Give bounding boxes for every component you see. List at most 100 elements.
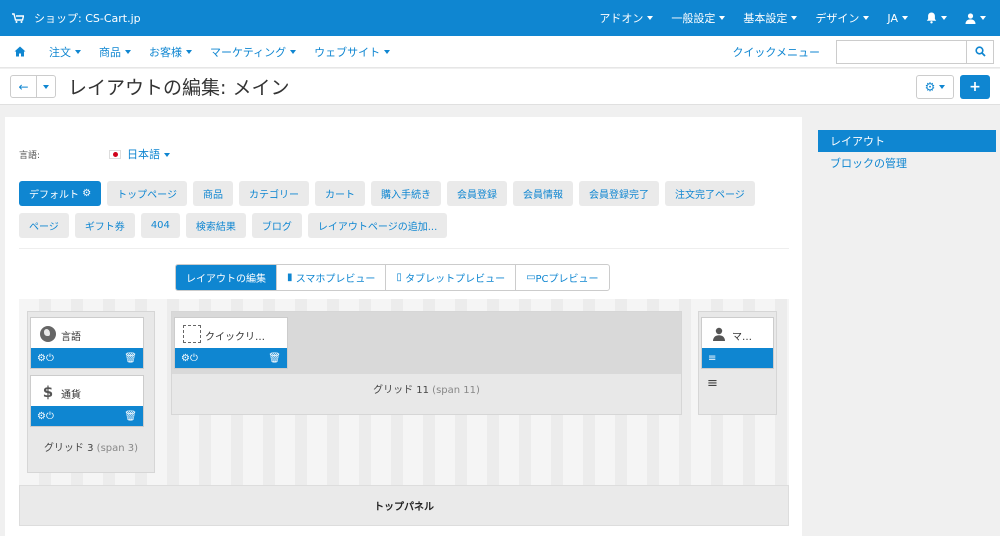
block-title: 言語 xyxy=(61,332,81,343)
language-dropdown[interactable]: 日本語 xyxy=(127,146,170,162)
placeholder-icon xyxy=(183,325,201,343)
arrow-left-icon: ← xyxy=(18,79,29,94)
user-menu[interactable] xyxy=(956,0,1000,36)
grid-11-container[interactable]: クイックリ… ⚙ ⏻ 🗑 グリッド 11 (span 11) xyxy=(171,311,682,415)
block-quick-links[interactable]: クイックリ… ⚙ ⏻ 🗑 xyxy=(174,317,288,369)
layout-editor-panel: 言語: 日本語 デフォルト ⚙ トップページ 商品 カテゴリー カート 購入手続… xyxy=(5,117,802,536)
gear-icon[interactable]: ⚙ xyxy=(181,353,190,364)
tab-search-results[interactable]: 検索結果 xyxy=(185,213,246,238)
tab-cart[interactable]: カート xyxy=(314,181,365,206)
block-currency[interactable]: $ 通貨 ⚙ ⏻ 🗑 xyxy=(30,375,144,427)
tab-pages[interactable]: ページ xyxy=(19,213,69,238)
layout-page-tabs: デフォルト ⚙ トップページ 商品 カテゴリー カート 購入手続き 会員登録 会… xyxy=(19,181,789,245)
block-toolbar: ⚙ ⏻ 🗑 xyxy=(31,406,143,426)
block-toolbar: ≡ xyxy=(702,348,773,368)
user-icon xyxy=(965,12,976,24)
tab-category[interactable]: カテゴリー xyxy=(238,181,309,206)
tab-profile[interactable]: 会員情報 xyxy=(512,181,573,206)
block-toolbar: ⚙ ⏻ 🗑 xyxy=(175,348,287,368)
grid-1-container[interactable]: マ… ≡ ≡ xyxy=(698,311,777,415)
nav-customers[interactable]: お客様 xyxy=(140,44,201,60)
settings-dropdown-button[interactable]: ⚙ xyxy=(916,74,954,99)
home-icon xyxy=(14,46,26,57)
power-icon[interactable]: ⏻ xyxy=(46,411,54,422)
menu-language[interactable]: JA xyxy=(878,0,917,36)
add-button[interactable]: + xyxy=(960,74,990,99)
nav-products[interactable]: 商品 xyxy=(90,44,140,60)
view-mode-toggle: レイアウトの編集 ▮ スマホプレビュー ▯ タブレットプレビュー ▭ PCプレビュ… xyxy=(175,264,610,291)
power-icon[interactable]: ⏻ xyxy=(190,353,198,364)
block-title: クイックリ… xyxy=(205,332,265,343)
grid-label: グリッド 11 (span 11) xyxy=(373,385,480,396)
menu-addons[interactable]: アドオン xyxy=(590,0,662,36)
block-language[interactable]: 言語 ⚙ ⏻ 🗑 xyxy=(30,317,144,369)
search-input[interactable] xyxy=(836,39,966,64)
tab-default[interactable]: デフォルト ⚙ xyxy=(19,181,102,206)
grid-label: グリッド 3 (span 3) xyxy=(43,443,139,454)
tab-registration[interactable]: 会員登録 xyxy=(446,181,507,206)
tab-blog[interactable]: ブログ xyxy=(251,213,302,238)
store-name: ショップ: CS-Cart.jp xyxy=(34,12,141,25)
top-panel-container[interactable]: トップパネル xyxy=(19,485,789,526)
mode-pc-preview[interactable]: ▭ PCプレビュー xyxy=(516,265,608,290)
trash-icon[interactable]: 🗑 xyxy=(268,353,281,364)
back-button[interactable]: ← xyxy=(11,76,37,97)
cart-icon xyxy=(12,13,24,23)
sidebar-item-block-management[interactable]: ブロックの管理 xyxy=(818,152,996,174)
nav-orders[interactable]: 注文 xyxy=(40,44,90,60)
menu-basic-settings[interactable]: 基本設定 xyxy=(734,0,806,36)
trash-icon[interactable]: 🗑 xyxy=(124,353,137,364)
trash-icon[interactable]: 🗑 xyxy=(124,411,137,422)
back-button-group: ← xyxy=(10,75,56,98)
mode-smartphone-preview[interactable]: ▮ スマホプレビュー xyxy=(277,265,387,290)
title-bar: ← レイアウトの編集: メイン ⚙ + xyxy=(0,69,1000,105)
tab-product[interactable]: 商品 xyxy=(192,181,233,206)
tablet-icon: ▯ xyxy=(396,272,406,283)
desktop-icon: ▭ xyxy=(526,272,536,283)
history-dropdown[interactable] xyxy=(37,76,55,97)
tab-checkout[interactable]: 購入手続き xyxy=(370,181,441,206)
mode-edit-layout[interactable]: レイアウトの編集 xyxy=(176,265,277,290)
menu-icon[interactable]: ≡ xyxy=(708,353,716,364)
plus-icon: + xyxy=(969,78,981,95)
user-icon xyxy=(710,325,728,343)
globe-icon xyxy=(40,326,56,342)
block-my-account[interactable]: マ… ≡ xyxy=(701,317,774,369)
quick-menu-link[interactable]: クイックメニュー xyxy=(732,44,820,60)
layout-grid-area: 言語 ⚙ ⏻ 🗑 $ 通貨 ⚙ ⏻ 🗑 グリッド 3 (span 3) クイック… xyxy=(19,299,789,486)
block-toolbar: ⚙ ⏻ 🗑 xyxy=(31,348,143,368)
search-icon xyxy=(974,46,986,57)
mode-tablet-preview[interactable]: ▯ タブレットプレビュー xyxy=(386,265,517,290)
store-link[interactable]: ショップ: CS-Cart.jp xyxy=(0,10,141,26)
home-link[interactable] xyxy=(0,46,40,57)
tab-top-page[interactable]: トップページ xyxy=(107,181,187,206)
top-bar: ショップ: CS-Cart.jp アドオン 一般設定 基本設定 デザイン JA xyxy=(0,0,1000,36)
tab-registration-complete[interactable]: 会員登録完了 xyxy=(578,181,659,206)
menu-icon[interactable]: ≡ xyxy=(707,376,718,391)
tab-gift-certificate[interactable]: ギフト券 xyxy=(74,213,135,238)
smartphone-icon: ▮ xyxy=(287,272,296,283)
grid-3-container[interactable]: 言語 ⚙ ⏻ 🗑 $ 通貨 ⚙ ⏻ 🗑 グリッド 3 (span 3) xyxy=(27,311,155,473)
page-title: レイアウトの編集: メイン xyxy=(68,77,290,99)
tab-add-layout-page[interactable]: レイアウトページの追加... xyxy=(307,213,448,238)
block-title: 通貨 xyxy=(61,390,81,401)
nav-website[interactable]: ウェブサイト xyxy=(305,44,399,60)
gear-icon[interactable]: ⚙ xyxy=(37,411,46,422)
japan-flag-icon xyxy=(109,149,121,159)
tab-404[interactable]: 404 xyxy=(140,213,180,238)
sidebar-item-layouts[interactable]: レイアウト xyxy=(818,130,996,152)
menu-general-settings[interactable]: 一般設定 xyxy=(662,0,734,36)
main-nav: 注文 商品 お客様 マーケティング ウェブサイト クイックメニュー xyxy=(0,36,1000,68)
tab-order-complete[interactable]: 注文完了ページ xyxy=(664,181,755,206)
gear-icon: ⚙ xyxy=(924,79,936,94)
search-button[interactable] xyxy=(966,39,994,64)
chevron-down-icon xyxy=(43,84,49,89)
menu-design[interactable]: デザイン xyxy=(806,0,878,36)
gear-icon: ⚙ xyxy=(82,188,92,199)
notifications-menu[interactable] xyxy=(917,0,956,36)
sidebar: レイアウト ブロックの管理 xyxy=(818,130,996,174)
nav-marketing[interactable]: マーケティング xyxy=(201,44,305,60)
gear-icon[interactable]: ⚙ xyxy=(37,353,46,364)
power-icon[interactable]: ⏻ xyxy=(46,353,54,364)
bell-icon xyxy=(926,12,937,24)
